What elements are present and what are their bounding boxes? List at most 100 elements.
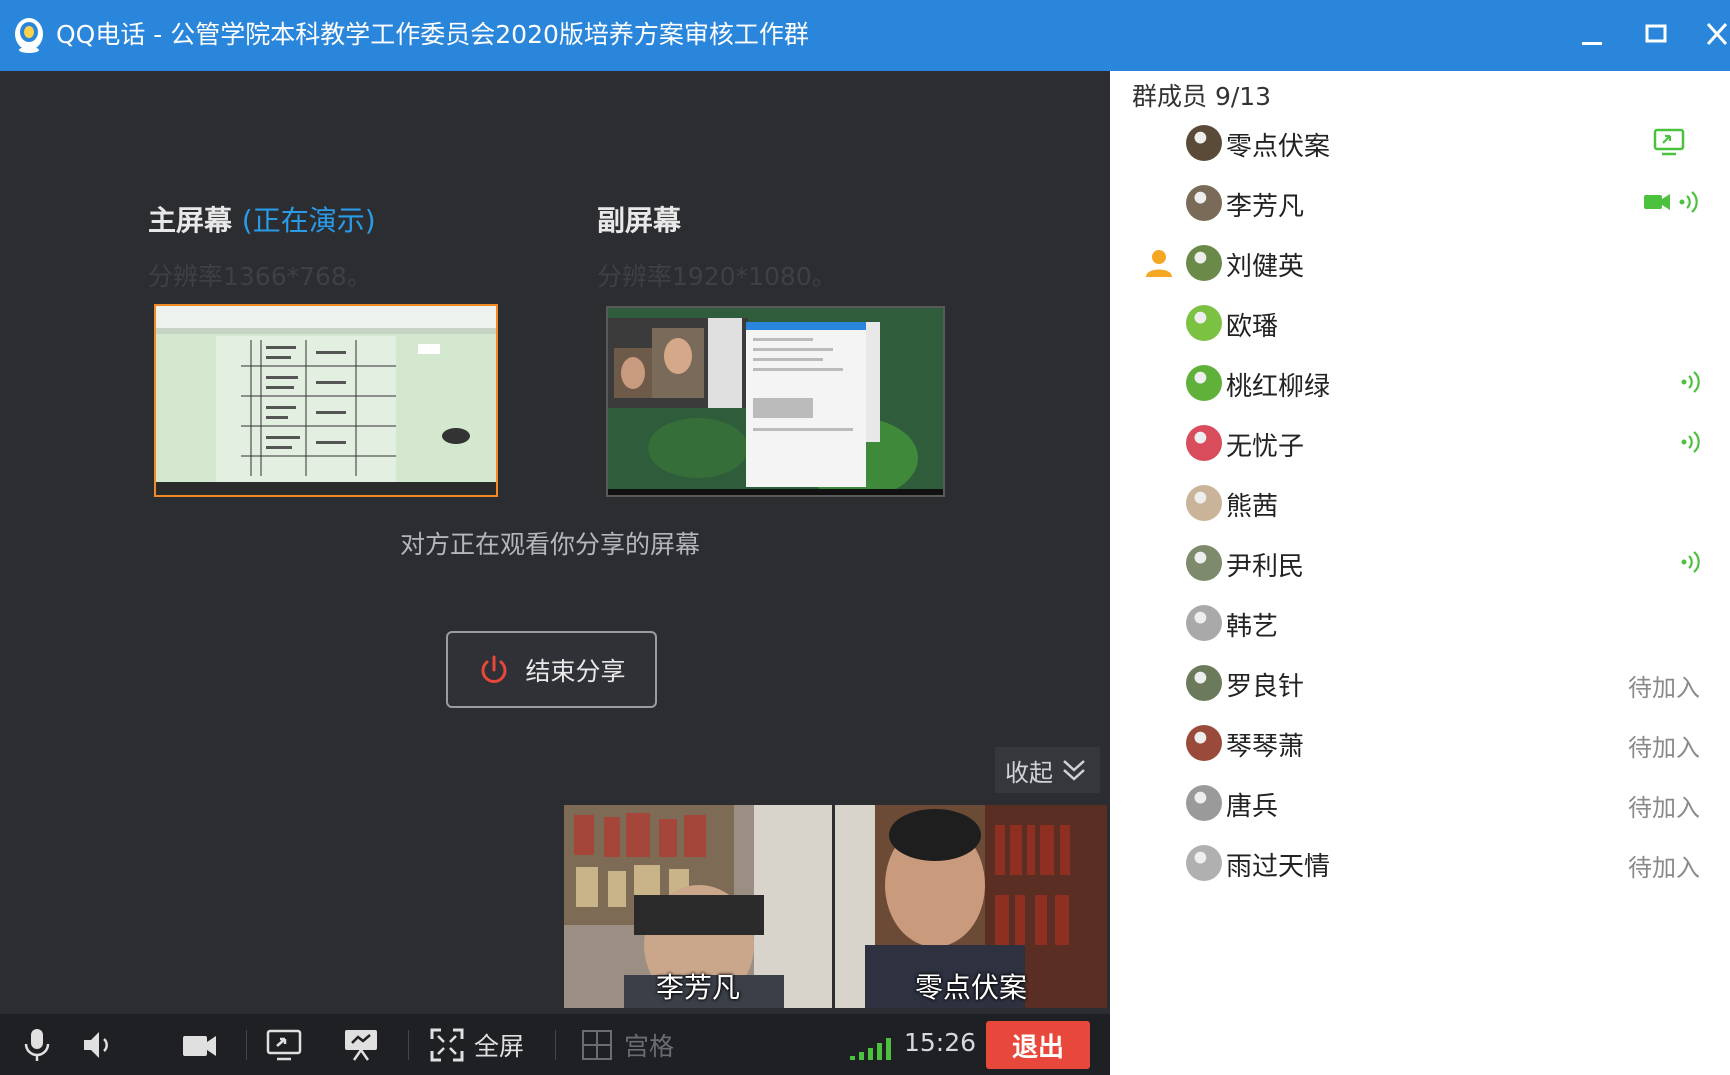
member-status: 待加入	[1628, 674, 1700, 702]
avatar	[1186, 725, 1222, 761]
speaking-icon	[1681, 551, 1700, 573]
camera-icon	[183, 1036, 216, 1056]
toolbar-divider	[555, 1030, 556, 1060]
secondary-screen-thumbnail[interactable]	[606, 306, 945, 497]
member-status: 待加入	[1628, 854, 1700, 882]
member-name: 韩艺	[1226, 612, 1279, 642]
presentation-icon	[345, 1030, 377, 1061]
member-name: 刘健英	[1226, 252, 1305, 282]
member-name: 尹利民	[1226, 552, 1305, 582]
secondary-resolution: 分辨率1920*1080。	[597, 262, 837, 291]
avatar	[1186, 425, 1222, 461]
camera-speaking-icon	[1644, 191, 1698, 213]
avatar	[1186, 485, 1222, 521]
member-name: 琴琴萧	[1226, 732, 1305, 762]
close-button[interactable]	[1696, 14, 1730, 58]
speaking-icon	[1681, 431, 1700, 453]
avatar	[1186, 185, 1222, 221]
microphone-icon	[24, 1029, 50, 1061]
avatar	[1186, 365, 1222, 401]
member-row[interactable]: 雨过天情 待加入	[1110, 835, 1730, 891]
close-icon	[1706, 22, 1728, 46]
member-row[interactable]: 欧璠	[1110, 295, 1730, 351]
secondary-screen-title: 副屏幕	[597, 204, 682, 237]
primary-screen-thumbnail[interactable]	[154, 304, 498, 497]
member-row[interactable]: 李芳凡	[1110, 175, 1730, 231]
power-icon	[482, 655, 507, 683]
presenting-badge: (正在演示)	[241, 204, 376, 237]
exit-button[interactable]: 退出	[986, 1021, 1090, 1069]
speaker-icon	[84, 1032, 108, 1058]
avatar	[1186, 305, 1222, 341]
collapse-button[interactable]: 收起	[995, 747, 1100, 793]
maximize-button[interactable]	[1634, 14, 1678, 58]
video-tile[interactable]: 李芳凡	[564, 805, 832, 1008]
speaker-button[interactable]	[80, 1024, 118, 1066]
end-share-label: 结束分享	[525, 656, 626, 686]
member-row[interactable]: 零点伏案	[1110, 115, 1730, 171]
avatar	[1186, 125, 1222, 161]
member-row[interactable]: 罗良针 待加入	[1110, 655, 1730, 711]
speaking-icon	[1681, 371, 1700, 393]
member-row[interactable]: 尹利民	[1110, 535, 1730, 591]
fullscreen-label: 全屏	[474, 1032, 525, 1061]
member-name: 熊茜	[1226, 492, 1279, 522]
member-panel: 群成员 9/13 零点伏案 李芳凡 刘健英 欧璠 桃红柳绿 无忧子 熊茜 尹利民 韩艺 罗良针 待加…	[1110, 71, 1730, 1075]
share-screen-icon	[266, 1029, 302, 1061]
member-name: 零点伏案	[1226, 132, 1331, 162]
avatar	[1186, 665, 1222, 701]
avatar	[1186, 605, 1222, 641]
fullscreen-button[interactable]: 全屏	[428, 1024, 524, 1066]
end-share-button[interactable]: 结束分享	[446, 631, 657, 708]
avatar	[1186, 845, 1222, 881]
minimize-icon	[1582, 42, 1602, 45]
member-name: 欧璠	[1226, 312, 1279, 342]
qq-call-window: QQ电话 - 公管学院本科教学工作委员会2020版培养方案审核工作群 主屏幕 (…	[0, 0, 1730, 1075]
avatar	[1186, 545, 1222, 581]
member-count-header: 群成员 9/13	[1132, 82, 1272, 111]
avatar	[1186, 785, 1222, 821]
window-title: QQ电话 - 公管学院本科教学工作委员会2020版培养方案审核工作群	[56, 20, 809, 49]
collapse-label: 收起	[1005, 758, 1053, 787]
screen-share-icon	[1653, 128, 1685, 156]
toolbar-divider	[246, 1030, 247, 1060]
member-name: 李芳凡	[1226, 192, 1305, 222]
video-participant-name: 李芳凡	[655, 971, 740, 1004]
grid-view-button[interactable]: 宫格	[578, 1024, 674, 1066]
member-status: 待加入	[1628, 734, 1700, 762]
member-name: 罗良针	[1226, 672, 1305, 702]
fullscreen-icon	[430, 1028, 464, 1062]
member-row[interactable]: 韩艺	[1110, 595, 1730, 651]
member-name: 雨过天情	[1226, 852, 1331, 882]
toolbar-divider	[408, 1030, 409, 1060]
double-chevron-down-icon	[1063, 760, 1085, 781]
call-toolbar: 全屏 宫格 15:26 退出	[0, 1014, 1110, 1075]
member-row[interactable]: 唐兵 待加入	[1110, 775, 1730, 831]
video-participant-name: 零点伏案	[914, 971, 1027, 1004]
member-row[interactable]: 无忧子	[1110, 415, 1730, 471]
watching-status-text: 对方正在观看你分享的屏幕	[399, 530, 700, 559]
screen-share-area: 主屏幕 (正在演示) 分辨率1366*768。 副屏幕 分辨率1920*1080…	[0, 71, 1110, 1014]
video-tile[interactable]: 零点伏案	[835, 805, 1107, 1008]
title-bar: QQ电话 - 公管学院本科教学工作委员会2020版培养方案审核工作群	[0, 0, 1730, 71]
share-screen-button[interactable]	[265, 1024, 303, 1066]
member-row[interactable]: 琴琴萧 待加入	[1110, 715, 1730, 771]
primary-screen-title: 主屏幕 (正在演示)	[148, 204, 376, 237]
member-row[interactable]: 刘健英	[1110, 235, 1730, 291]
member-status: 待加入	[1628, 794, 1700, 822]
member-name: 无忧子	[1226, 432, 1305, 462]
signal-strength-icon	[850, 1038, 891, 1060]
minimize-button[interactable]	[1570, 14, 1614, 58]
member-row[interactable]: 熊茜	[1110, 475, 1730, 531]
grid-label: 宫格	[624, 1032, 675, 1061]
member-row[interactable]: 桃红柳绿	[1110, 355, 1730, 411]
member-name: 桃红柳绿	[1226, 372, 1331, 402]
presentation-button[interactable]	[342, 1024, 380, 1066]
call-duration: 15:26	[904, 1028, 977, 1057]
maximize-icon	[1645, 24, 1667, 43]
grid-icon	[582, 1030, 612, 1060]
microphone-button[interactable]	[18, 1024, 56, 1066]
desktop-preview	[608, 308, 943, 495]
document-preview	[156, 306, 496, 495]
camera-button[interactable]	[180, 1024, 218, 1066]
